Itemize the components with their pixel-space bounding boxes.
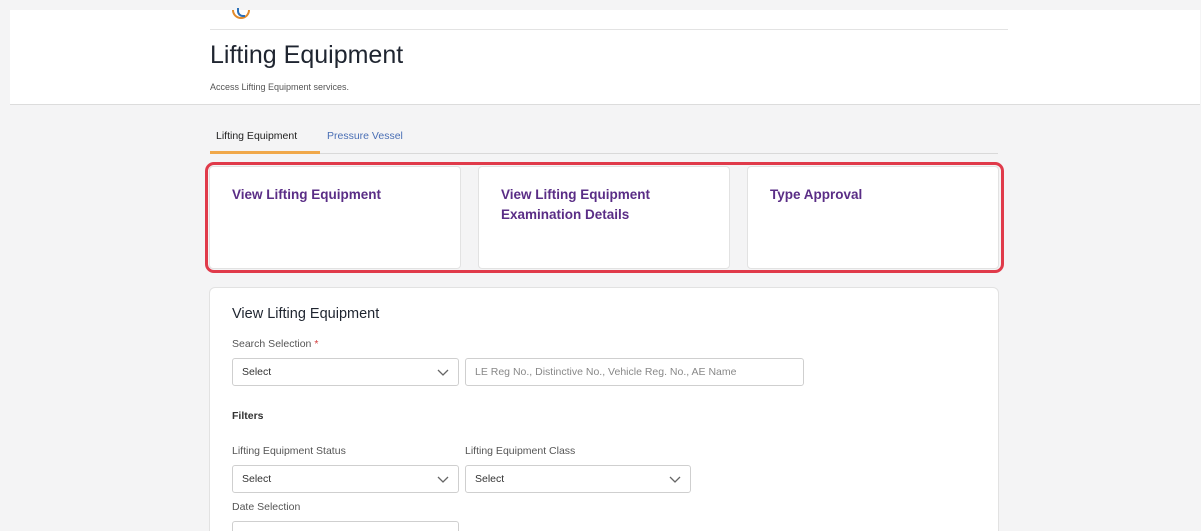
header-panel: Lifting Equipment Access Lifting Equipme… [10,8,1200,105]
status-value: Select [242,473,272,485]
card-view-examination-details[interactable]: View Lifting Equipment Examination Detai… [478,166,730,269]
page-title: Lifting Equipment [210,41,404,69]
class-label: Lifting Equipment Class [465,445,576,457]
chevron-down-icon [437,476,449,483]
chevron-down-icon [437,369,449,376]
date-selection-dropdown[interactable] [232,521,459,531]
search-form-panel: View Lifting Equipment Search Selection … [209,287,999,531]
logo [232,8,250,19]
divider [210,29,1008,30]
form-title: View Lifting Equipment [232,306,380,322]
tab-lifting-equipment[interactable]: Lifting Equipment [210,130,320,154]
card-label-line2: Examination Details [501,207,630,222]
search-input-placeholder: LE Reg No., Distinctive No., Vehicle Reg… [475,366,737,378]
required-mark: * [314,338,319,350]
page-subtitle: Access Lifting Equipment services. [210,82,350,92]
tab-pressure-vessel[interactable]: Pressure Vessel [327,130,403,154]
tab-bar: Lifting Equipment Pressure Vessel [210,126,998,154]
card-view-lifting-equipment[interactable]: View Lifting Equipment [209,166,461,269]
class-value: Select [475,473,505,485]
card-type-approval[interactable]: Type Approval [747,166,999,269]
search-selection-value: Select [242,366,272,378]
card-label: View Lifting Equipment [232,187,382,202]
date-selection-label: Date Selection [232,501,301,513]
filters-heading: Filters [232,410,264,422]
class-dropdown[interactable]: Select [465,465,691,493]
status-label: Lifting Equipment Status [232,445,346,457]
card-label: Type Approval [770,187,863,202]
card-label-line1: View Lifting Equipment [501,187,651,202]
search-selection-dropdown[interactable]: Select [232,358,459,386]
search-input[interactable]: LE Reg No., Distinctive No., Vehicle Reg… [465,358,804,386]
chevron-down-icon [669,476,681,483]
search-selection-label-text: Search Selection [232,338,312,350]
search-selection-label: Search Selection * [232,338,318,350]
status-dropdown[interactable]: Select [232,465,459,493]
